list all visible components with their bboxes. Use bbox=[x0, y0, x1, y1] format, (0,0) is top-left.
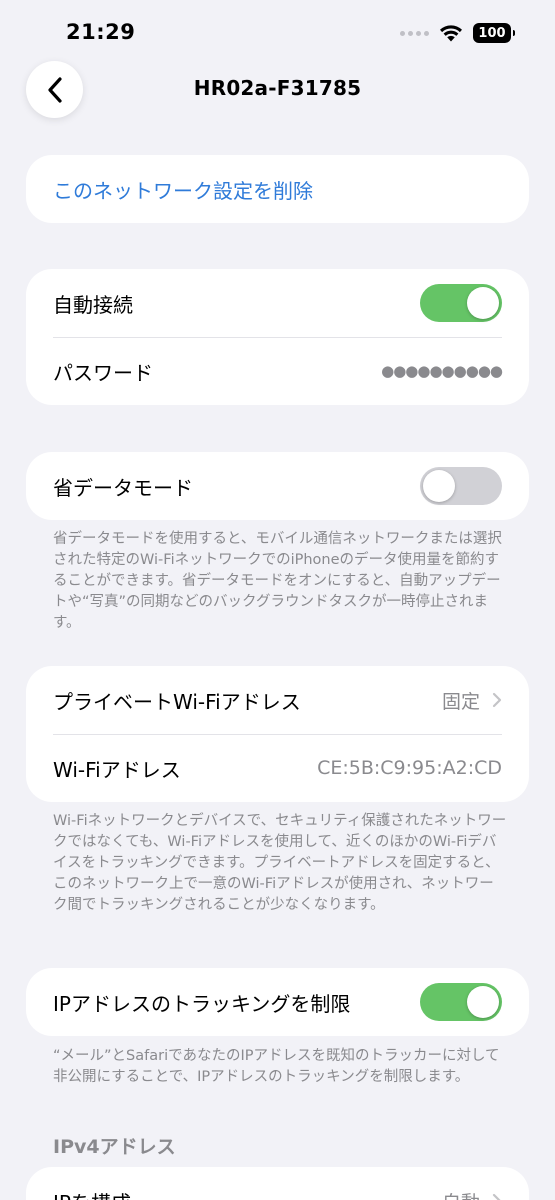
ip-tracking-row: IPアドレスのトラッキングを制限 bbox=[26, 968, 529, 1036]
low-data-mode-group: 省データモード bbox=[26, 452, 529, 520]
configure-ip-label: IPを構成 bbox=[53, 1187, 442, 1200]
status-indicators: 100 bbox=[400, 22, 515, 44]
low-data-mode-footnote: 省データモードを使用すると、モバイル通信ネットワークまたは選択された特定のWi-… bbox=[53, 531, 502, 631]
forget-network-label: このネットワーク設定を削除 bbox=[53, 178, 313, 203]
cellular-signal-icon bbox=[400, 30, 429, 36]
ip-tracking-toggle[interactable] bbox=[420, 983, 502, 1021]
status-time: 21:29 bbox=[66, 20, 136, 44]
ipv4-group: IPを構成 自動 bbox=[26, 1167, 529, 1200]
wifi-address-value: CE:5B:C9:95:A2:CD bbox=[317, 757, 502, 779]
password-masked-value: ●●●●●●●●●● bbox=[381, 362, 503, 380]
wifi-network-detail-screen: 21:29 100 HR02a-F31785 このネットワーク設定を削除 自動接… bbox=[0, 0, 555, 1200]
ip-tracking-label: IPアドレスのトラッキングを制限 bbox=[53, 991, 351, 1016]
chevron-right-icon bbox=[492, 692, 502, 708]
forget-network-group: このネットワーク設定を削除 bbox=[26, 155, 529, 223]
private-address-value: 固定 bbox=[441, 690, 480, 713]
status-bar: 21:29 100 bbox=[0, 0, 555, 66]
low-data-mode-row: 省データモード bbox=[26, 452, 529, 520]
wifi-icon bbox=[440, 25, 462, 42]
forget-network-button[interactable]: このネットワーク設定を削除 bbox=[26, 155, 529, 223]
ip-tracking-footnote: “メール”とSafariであなたのIPアドレスを既知のトラッカーに対して非公開に… bbox=[53, 1048, 500, 1085]
private-address-row[interactable]: プライベートWi-Fiアドレス 固定 bbox=[26, 666, 529, 734]
auto-join-toggle[interactable] bbox=[420, 284, 502, 322]
configure-ip-row[interactable]: IPを構成 自動 bbox=[26, 1167, 529, 1200]
battery-icon: 100 bbox=[473, 23, 515, 43]
auto-join-label: 自動接続 bbox=[53, 292, 133, 317]
join-settings-group: 自動接続 パスワード ●●●●●●●●●● bbox=[26, 269, 529, 405]
auto-join-row: 自動接続 bbox=[26, 269, 529, 337]
private-address-group: プライベートWi-Fiアドレス 固定 Wi-Fiアドレス CE:5B:C9:95… bbox=[26, 666, 529, 802]
ipv4-section-header: IPv4アドレス bbox=[53, 1136, 176, 1158]
battery-level: 100 bbox=[478, 25, 506, 41]
password-row[interactable]: パスワード ●●●●●●●●●● bbox=[26, 337, 529, 405]
wifi-address-label: Wi-Fiアドレス bbox=[53, 757, 181, 782]
password-label: パスワード bbox=[53, 360, 153, 385]
private-address-label: プライベートWi-Fiアドレス bbox=[53, 689, 301, 714]
configure-ip-value: 自動 bbox=[442, 1188, 480, 1200]
ip-tracking-group: IPアドレスのトラッキングを制限 bbox=[26, 968, 529, 1036]
low-data-mode-label: 省データモード bbox=[53, 475, 193, 500]
chevron-right-icon bbox=[492, 1193, 502, 1200]
low-data-mode-toggle[interactable] bbox=[420, 467, 502, 505]
private-address-footnote: Wi-Fiネットワークとデバイスで、セキュリティ保護されたネットワークではなくて… bbox=[53, 813, 507, 913]
page-title: HR02a-F31785 bbox=[193, 76, 362, 100]
wifi-address-row: Wi-Fiアドレス CE:5B:C9:95:A2:CD bbox=[26, 734, 529, 802]
